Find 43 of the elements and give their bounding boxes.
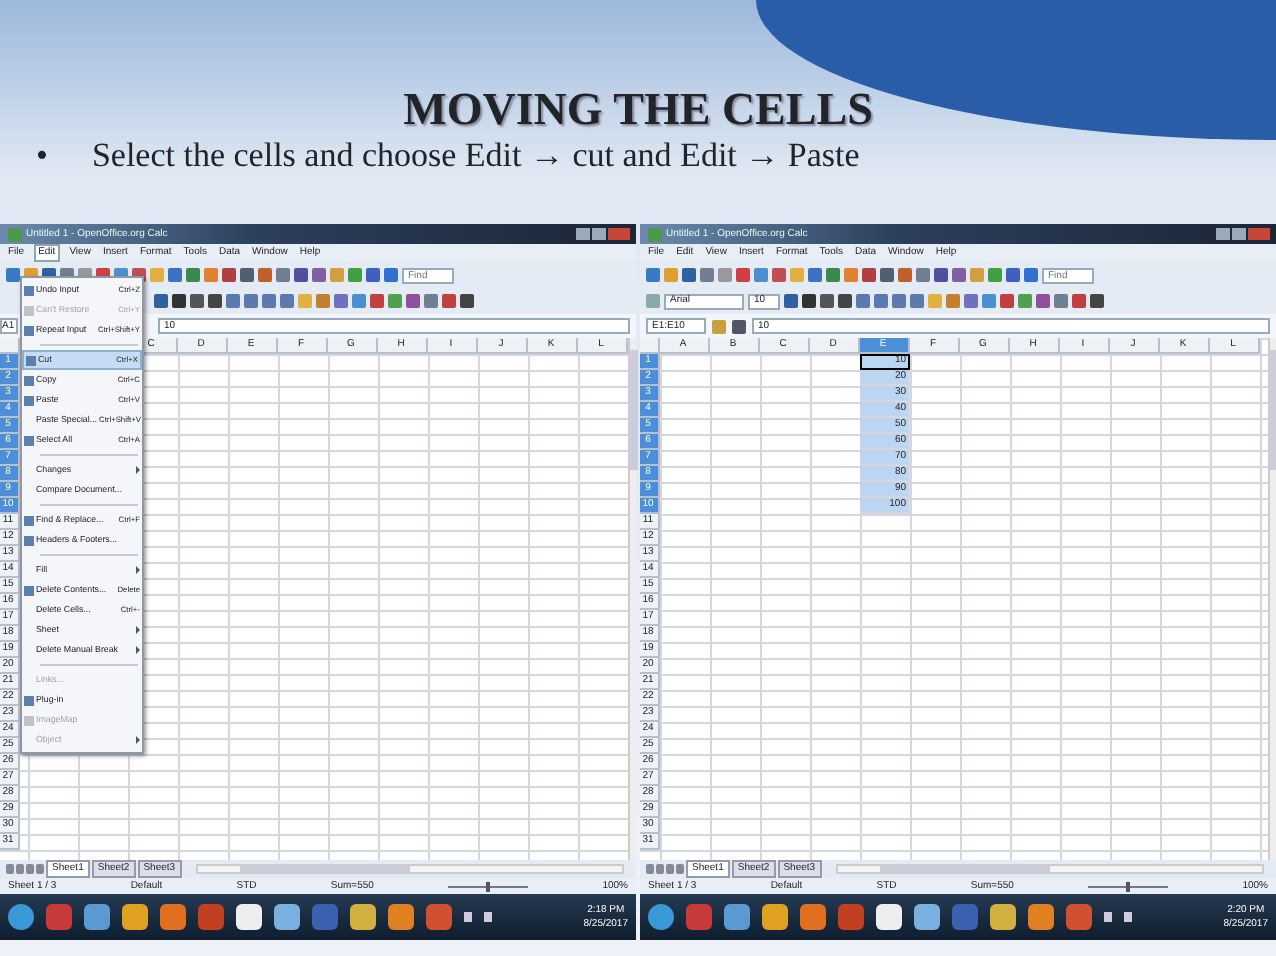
start-button[interactable] bbox=[8, 904, 34, 930]
submenu-arrow-icon bbox=[136, 736, 140, 744]
taskbar-icon[interactable] bbox=[914, 904, 940, 930]
taskbar-icon[interactable] bbox=[876, 904, 902, 930]
vertical-scrollbar[interactable] bbox=[1268, 338, 1276, 860]
maximize-button[interactable] bbox=[1232, 228, 1246, 240]
select-all-corner[interactable] bbox=[0, 338, 20, 354]
app-icon bbox=[648, 227, 662, 241]
select-all-corner[interactable] bbox=[640, 338, 660, 354]
zoom-thumb[interactable] bbox=[1126, 881, 1131, 891]
vertical-scrollbar[interactable] bbox=[628, 338, 636, 860]
taskbar-icon[interactable] bbox=[1028, 904, 1054, 930]
submenu-arrow-icon bbox=[136, 646, 140, 654]
submenu-arrow-icon bbox=[136, 566, 140, 574]
submenu-arrow-icon bbox=[136, 626, 140, 634]
slide-title: MOVING THE CELLS bbox=[401, 84, 875, 136]
speaker-icon[interactable] bbox=[1124, 912, 1132, 922]
start-button[interactable] bbox=[648, 904, 674, 930]
taskbar-icon[interactable] bbox=[350, 904, 376, 930]
function-icon[interactable] bbox=[712, 319, 726, 333]
taskbar-icon[interactable] bbox=[990, 904, 1016, 930]
minimize-button[interactable] bbox=[576, 228, 590, 240]
horizontal-scrollbar[interactable] bbox=[195, 864, 624, 874]
close-button[interactable] bbox=[1248, 228, 1270, 240]
taskbar-icon[interactable] bbox=[274, 904, 300, 930]
zoom-thumb[interactable] bbox=[486, 881, 491, 891]
speaker-icon[interactable] bbox=[484, 912, 492, 922]
taskbar-icon[interactable] bbox=[236, 904, 262, 930]
bullet: • bbox=[36, 136, 48, 176]
maximize-button[interactable] bbox=[592, 228, 606, 240]
taskbar-icon[interactable] bbox=[762, 904, 788, 930]
tray-icon[interactable] bbox=[464, 912, 472, 922]
styles-icon[interactable] bbox=[646, 294, 660, 308]
bullet-text: Select the cells and choose Edit → cut and Edit → Paste bbox=[91, 136, 860, 176]
app-icon bbox=[8, 227, 22, 241]
submenu-arrow-icon bbox=[136, 466, 140, 474]
horizontal-scrollbar[interactable] bbox=[835, 864, 1264, 874]
tray-icon[interactable] bbox=[1104, 912, 1112, 922]
taskbar-icon[interactable] bbox=[388, 904, 414, 930]
sum-icon[interactable] bbox=[732, 319, 746, 333]
taskbar-icon[interactable] bbox=[122, 904, 148, 930]
minimize-button[interactable] bbox=[1216, 228, 1230, 240]
close-button[interactable] bbox=[608, 228, 630, 240]
